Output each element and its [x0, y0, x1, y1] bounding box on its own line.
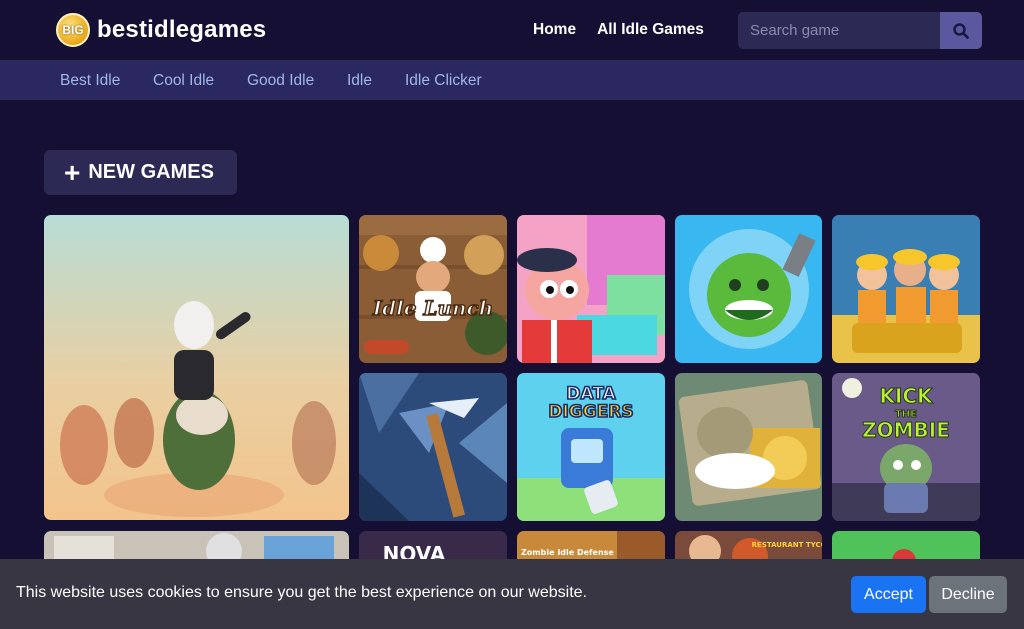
game-thumbnail	[359, 373, 507, 521]
category-idle-clicker[interactable]: Idle Clicker	[405, 72, 482, 90]
game-art-title: Idle Lunch	[372, 296, 494, 320]
nav-all-idle-games[interactable]: All Idle Games	[597, 21, 704, 39]
game-thumbnail	[675, 215, 822, 363]
top-bar: BIG bestidlegames Home All Idle Games	[0, 0, 1024, 60]
cookie-message: This website uses cookies to ensure you …	[16, 584, 587, 601]
game-art-title: RESTAURANT TYCOON	[752, 541, 822, 549]
search-button[interactable]	[940, 12, 982, 49]
logo-badge-icon: BIG	[56, 13, 90, 47]
category-cool-idle[interactable]: Cool Idle	[153, 72, 214, 90]
new-games-button[interactable]: + NEW GAMES	[44, 150, 237, 195]
game-tile-kick-the-zombie[interactable]: KICK THE ZOMBIE	[832, 373, 980, 521]
game-tile-pickaxe[interactable]	[359, 373, 507, 521]
game-tile-money-clicker[interactable]	[675, 373, 822, 521]
logo-text: bestidlegames	[97, 16, 267, 43]
game-art-title: Zombie Idle Defense	[521, 548, 614, 557]
search-icon	[953, 22, 969, 39]
game-tile-data-diggers[interactable]: DATA DIGGERS	[517, 373, 665, 521]
game-thumbnail	[675, 373, 822, 521]
game-thumbnail: KICK THE ZOMBIE	[832, 373, 980, 521]
game-tile-idle-lunch[interactable]: Idle Lunch	[359, 215, 507, 363]
decline-cookies-button[interactable]: Decline	[929, 576, 1007, 613]
plus-icon: +	[64, 156, 81, 188]
category-best-idle[interactable]: Best Idle	[60, 72, 120, 90]
search-bar	[738, 12, 982, 49]
game-thumbnail: Idle Lunch	[359, 215, 507, 363]
game-tile-featured[interactable]	[44, 215, 349, 520]
category-good-idle[interactable]: Good Idle	[247, 72, 314, 90]
game-thumbnail	[832, 215, 980, 363]
game-thumbnail: DATA DIGGERS	[517, 373, 665, 521]
category-idle[interactable]: Idle	[347, 72, 372, 90]
search-input[interactable]	[738, 12, 940, 49]
game-thumbnail	[44, 215, 349, 520]
section-title: NEW GAMES	[88, 161, 214, 183]
game-tile-pilot[interactable]	[517, 215, 665, 363]
game-thumbnail	[517, 215, 665, 363]
game-tile-miners[interactable]	[832, 215, 980, 363]
main-nav: Home All Idle Games	[533, 21, 725, 39]
category-bar: Best Idle Cool Idle Good Idle Idle Idle …	[0, 60, 1024, 100]
nav-home[interactable]: Home	[533, 21, 576, 39]
accept-cookies-button[interactable]: Accept	[851, 576, 926, 613]
site-logo[interactable]: BIG bestidlegames	[56, 13, 266, 47]
game-tile-planet[interactable]	[675, 215, 822, 363]
